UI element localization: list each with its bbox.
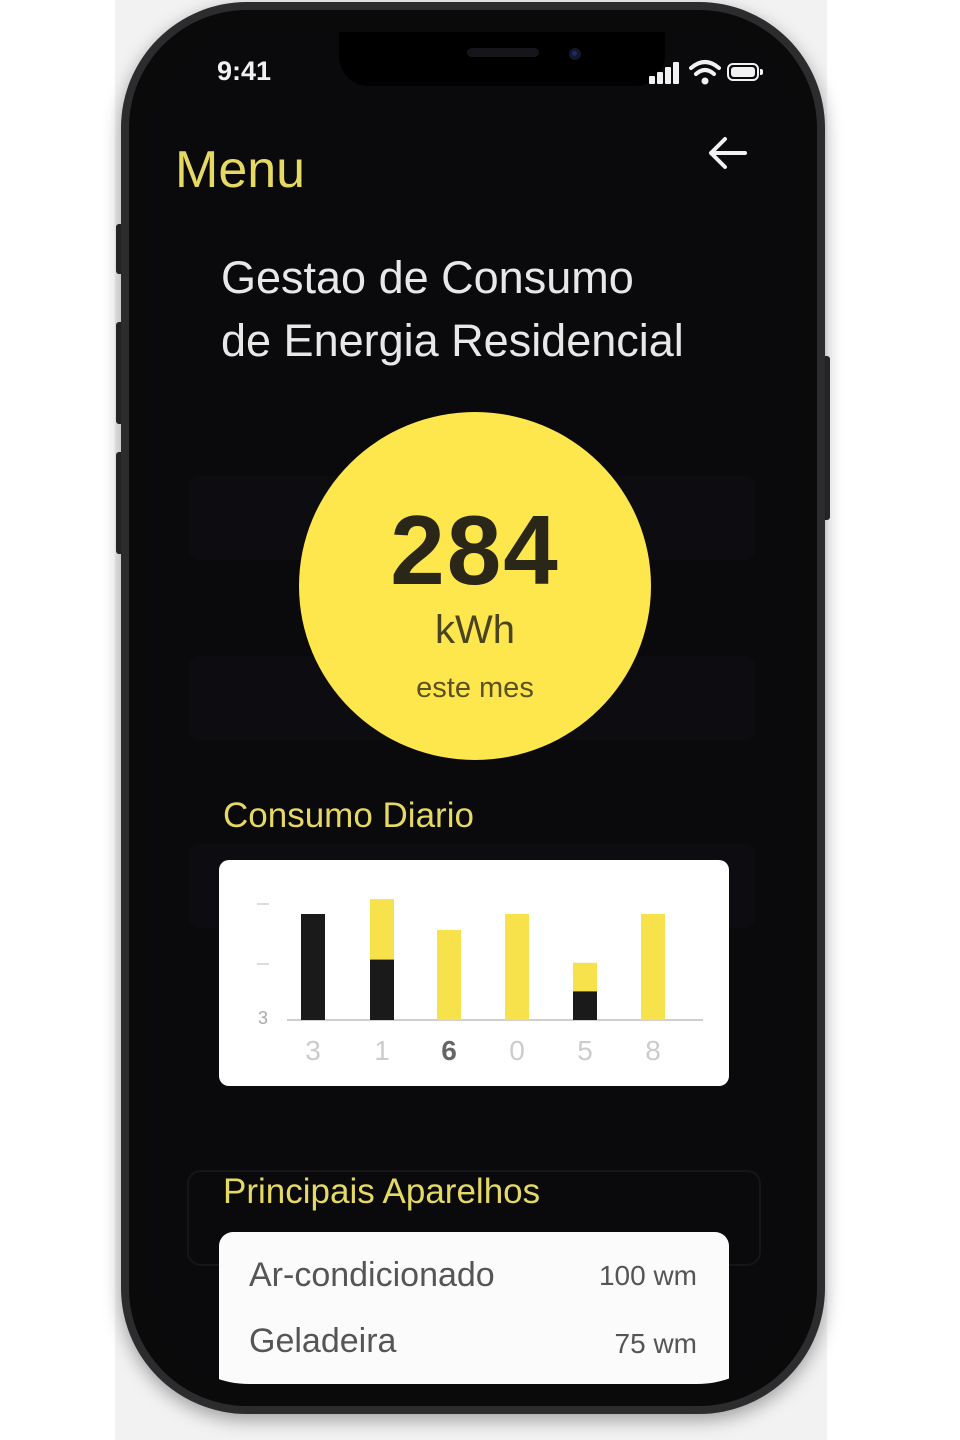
- appliance-item[interactable]: Geladeira 75 wm: [219, 1322, 729, 1382]
- x-tick-label: 5: [577, 1035, 593, 1066]
- chart-bar-base: [370, 959, 394, 1020]
- arrow-left-icon[interactable]: [703, 132, 751, 174]
- menu-title: Menu: [175, 141, 306, 199]
- consumption-unit: kWh: [435, 608, 515, 652]
- phone-screen: 9:41 Menu Gestao de Consumo de Energia R…: [151, 32, 795, 1384]
- status-time: 9:41: [217, 56, 272, 86]
- daily-bar-chart: 3 3 1 6 0 5 8: [257, 899, 703, 1066]
- x-tick-label: 1: [374, 1035, 390, 1066]
- battery-icon: [727, 63, 763, 81]
- chart-bar-top: [370, 899, 394, 960]
- x-tick-label: 8: [645, 1035, 661, 1066]
- appliance-item[interactable]: Ar-condicionado 100 wm: [219, 1256, 729, 1316]
- signal-icon: [649, 60, 685, 84]
- appliances-title: Principais Aparelhos: [223, 1172, 541, 1211]
- app-title-line2: de Energia Residencial: [221, 315, 684, 366]
- chart-bar-top: [437, 929, 461, 1020]
- camera: [569, 48, 581, 60]
- chart-bar-base: [573, 991, 597, 1020]
- x-tick-label: 6: [441, 1035, 457, 1066]
- speaker: [467, 48, 539, 57]
- chart-bar-top: [505, 914, 529, 1020]
- appliance-list: Ar-condicionado 100 wm Geladeira 75 wm: [219, 1232, 729, 1384]
- appliance-name: Ar-condicionado: [249, 1256, 495, 1294]
- appliance-value: 100 wm: [598, 1260, 697, 1291]
- phone-frame: 9:41 Menu Gestao de Consumo de Energia R…: [121, 2, 825, 1414]
- app-title-line1: Gestao de Consumo: [221, 252, 634, 303]
- daily-chart: 3 3 1 6 0 5 8: [219, 860, 729, 1086]
- chart-bar-top: [641, 914, 665, 1020]
- x-tick-label: 3: [305, 1035, 321, 1066]
- x-tick-label: 0: [509, 1035, 525, 1066]
- y-tick-label: 3: [258, 1008, 268, 1028]
- consumption-period: este mes: [416, 672, 534, 704]
- appliance-value: 75 wm: [614, 1328, 697, 1359]
- appliance-name: Geladeira: [249, 1322, 397, 1360]
- consumption-circle: 284 kWh este mes: [299, 412, 651, 760]
- notch: [339, 32, 665, 86]
- app-title: Gestao de Consumo de Energia Residencial: [221, 246, 761, 372]
- consumption-value: 284: [390, 495, 560, 605]
- chart-bar-base: [301, 914, 325, 1020]
- wifi-icon: [689, 60, 721, 85]
- daily-consumption-title: Consumo Diario: [223, 796, 474, 835]
- chart-bar-top: [573, 962, 597, 992]
